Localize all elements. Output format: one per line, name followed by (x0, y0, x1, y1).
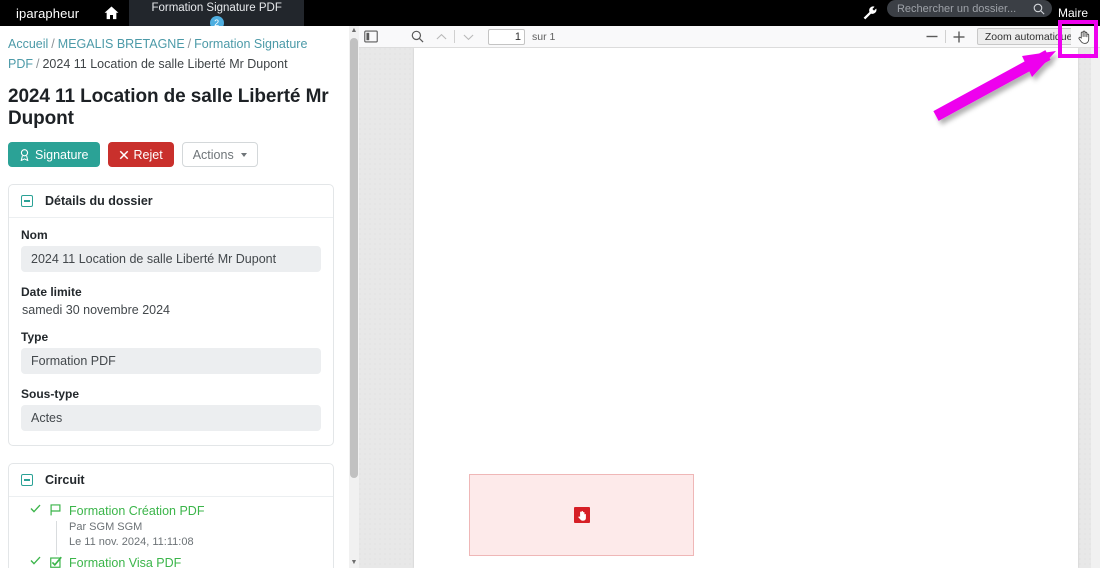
field-label-nom: Nom (21, 228, 48, 242)
find-button[interactable] (405, 27, 429, 47)
details-card-title: Détails du dossier (45, 194, 153, 208)
circuit-step: Formation Création PDF Par SGM SGM Le 11… (21, 503, 321, 555)
pdf-toolbar: sur 1 Zoom automatique ⌄ (359, 26, 1100, 48)
left-detail-pane: Accueil / MEGALIS BRETAGNE / Formation Signa… (0, 26, 348, 568)
details-card: Détails du dossier Nom 2024 11 Location … (8, 184, 334, 446)
sidebar-toggle-icon (364, 30, 378, 43)
circuit-step-content: Formation Visa PDF Par DGS elodie.tessie… (69, 555, 321, 568)
circuit-step-date: Le 11 nov. 2024, 11:11:08 (69, 536, 194, 548)
page-total-label: sur 1 (532, 30, 556, 43)
breadcrumb-sep: / (51, 37, 55, 51)
field-value-sous-type: Actes (21, 405, 321, 431)
circuit-step: Formation Visa PDF Par DGS elodie.tessie… (21, 555, 321, 568)
collapse-minus-icon[interactable] (21, 195, 33, 207)
details-card-body: Nom 2024 11 Location de salle Liberté Mr… (9, 218, 333, 445)
signature-button[interactable]: Signature (8, 142, 100, 167)
red-signature-stamp-icon (573, 507, 590, 523)
tab-formation-signature-pdf[interactable]: Formation Signature PDF 2 (129, 0, 305, 30)
circuit-step-title[interactable]: Formation Visa PDF (69, 555, 321, 568)
user-menu[interactable]: Maire (1058, 0, 1100, 26)
circuit-step-icons (21, 555, 69, 568)
home-icon (104, 6, 119, 20)
close-x-icon (119, 150, 128, 159)
left-pane-scroll-thumb[interactable] (350, 38, 358, 478)
wrench-icon (863, 6, 877, 20)
circuit-steps: Formation Création PDF Par SGM SGM Le 11… (9, 497, 333, 568)
search-input[interactable] (896, 2, 1033, 15)
circuit-connector (56, 521, 57, 555)
actions-dropdown-button[interactable]: Actions (181, 142, 258, 167)
plus-icon (953, 31, 965, 42)
circuit-card-title: Circuit (45, 473, 85, 487)
reject-button[interactable]: Rejet (107, 142, 174, 167)
scroll-down-arrow-icon[interactable]: ▼ (349, 558, 359, 568)
home-button[interactable] (93, 0, 129, 26)
circuit-step-content: Formation Création PDF Par SGM SGM Le 11… (69, 503, 321, 555)
chevron-down-icon (463, 34, 473, 40)
sidebar-toggle-button[interactable] (359, 27, 383, 47)
check-icon (29, 556, 42, 565)
field-label-date-limite: Date limite (21, 285, 82, 299)
field-label-type: Type (21, 330, 49, 344)
scroll-up-arrow-icon[interactable]: ▲ (349, 26, 359, 36)
breadcrumb-sep: / (187, 37, 192, 51)
pdf-viewer: sur 1 Zoom automatique ⌄ (359, 26, 1100, 568)
breadcrumb-item-0[interactable]: Accueil (8, 37, 48, 51)
app-brand: iparapheur (16, 5, 80, 21)
collapse-minus-icon[interactable] (21, 474, 33, 486)
page-title: 2024 11 Location de salle Liberté Mr Dup… (8, 86, 329, 129)
action-buttons: Signature Rejet Actions (8, 142, 348, 167)
field-value-type: Formation PDF (21, 348, 321, 374)
signature-seal-icon (20, 148, 29, 161)
previous-page-button[interactable] (429, 27, 453, 47)
circuit-step-by: Par SGM SGM (69, 521, 143, 533)
page-number-input[interactable] (488, 28, 525, 45)
field-label-sous-type: Sous-type (21, 387, 80, 401)
details-card-header[interactable]: Détails du dossier (9, 185, 333, 218)
field-value-nom: 2024 11 Location de salle Liberté Mr Dup… (21, 246, 321, 272)
circuit-step-icons (21, 503, 69, 516)
next-page-button[interactable] (456, 27, 480, 47)
pdf-tools-toggle-button[interactable] (1071, 28, 1095, 46)
pdf-viewer-scrollbar[interactable] (1091, 48, 1100, 568)
zoom-select-value: Zoom automatique (984, 30, 1073, 43)
app-top-bar: iparapheur Formation Signature PDF 2 Mai… (0, 0, 1100, 30)
toolbar-divider (454, 30, 455, 43)
visa-checkbox-icon (49, 556, 62, 568)
breadcrumb-item-1[interactable]: MEGALIS BRETAGNE (58, 37, 185, 51)
pdf-canvas-area[interactable] (359, 48, 1100, 568)
flag-icon (49, 504, 62, 516)
tab-label: Formation Signature PDF (151, 2, 282, 14)
hand-tool-icon (1077, 30, 1089, 44)
reject-button-label: Rejet (133, 147, 163, 162)
search-box[interactable] (886, 0, 1052, 17)
search-icon (1033, 3, 1045, 15)
breadcrumb-item-3: 2024 11 Location de salle Liberté Mr Dup… (42, 57, 288, 71)
chevron-up-icon (436, 33, 446, 39)
signature-button-label: Signature (35, 147, 89, 162)
circuit-step-title[interactable]: Formation Création PDF (69, 503, 321, 520)
breadcrumb: Accueil / MEGALIS BRETAGNE / Formation Signa… (0, 26, 348, 74)
circuit-card: Circuit Formation Création PDF Par SGM S… (8, 463, 334, 568)
left-pane-scrollbar[interactable]: ▲ ▼ (349, 26, 359, 568)
field-value-date-limite: samedi 30 novembre 2024 (22, 303, 171, 317)
actions-dropdown-label: Actions (192, 147, 234, 162)
pdf-signature-field[interactable] (469, 474, 694, 556)
zoom-in-button[interactable] (947, 27, 971, 47)
toolbar-divider (944, 30, 946, 43)
pdf-page-1 (414, 48, 1078, 568)
minus-icon (926, 35, 938, 38)
check-icon (29, 504, 42, 513)
search-icon (411, 30, 423, 43)
circuit-card-header[interactable]: Circuit (9, 464, 333, 497)
zoom-out-button[interactable] (920, 27, 944, 47)
admin-tools-button[interactable] (853, 0, 887, 26)
chevron-down-icon (240, 152, 247, 157)
